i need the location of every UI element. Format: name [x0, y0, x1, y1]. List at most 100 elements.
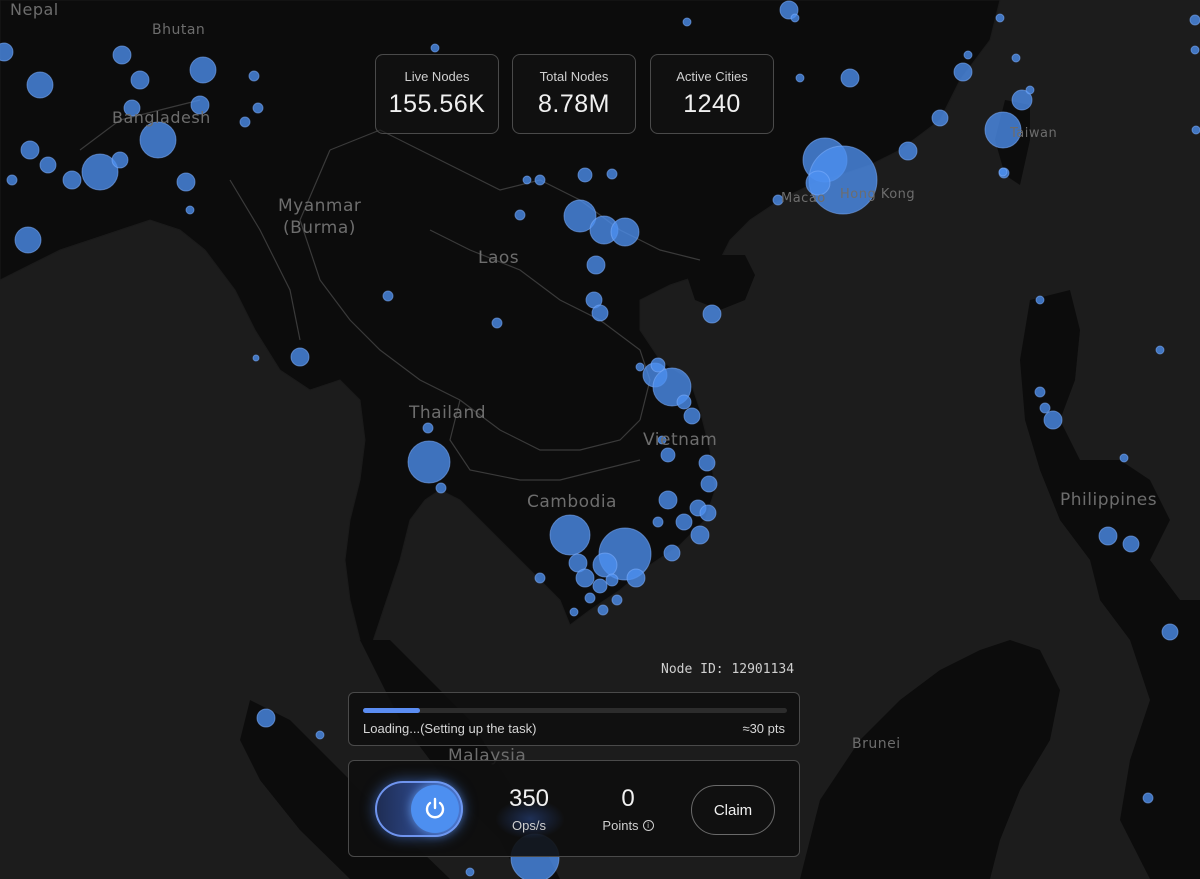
node-bubble [1142, 792, 1154, 804]
node-bubble [1119, 453, 1129, 463]
map-label-brunei: Brunei [852, 736, 901, 752]
progress-panel: Loading...(Setting up the task) ≈30 pts [348, 692, 800, 746]
node-bubble [514, 209, 526, 221]
node-bubble [549, 514, 591, 556]
map-label-myanmar: Myanmar [278, 196, 362, 216]
node-bubble [592, 578, 608, 594]
node-bubble [1043, 410, 1063, 430]
node-bubble [591, 304, 609, 322]
node-bubble [1025, 85, 1035, 95]
stat-value: 1240 [683, 90, 741, 118]
node-bubble [256, 708, 276, 728]
node-bubble [699, 504, 717, 522]
stat-card-active-cities: Active Cities 1240 [650, 54, 774, 134]
points-label-text: Points [602, 818, 639, 833]
node-bubble [995, 13, 1005, 23]
node-bubble [683, 407, 701, 425]
power-icon [425, 797, 445, 819]
node-bubble [239, 116, 251, 128]
node-bubble [1155, 345, 1165, 355]
points-metric: 0 Points i [583, 785, 673, 833]
node-bubble [1161, 623, 1179, 641]
node-bubble [586, 255, 606, 275]
stat-label: Active Cities [676, 69, 748, 84]
node-bubble [606, 168, 618, 180]
node-bubble [611, 594, 623, 606]
node-bubble [1035, 295, 1045, 305]
control-panel: 350 Ops/s 0 Points i Claim [348, 760, 800, 857]
map-label-hong-kong: Hong Kong [840, 187, 916, 202]
node-bubble [0, 42, 14, 62]
node-bubble [676, 394, 692, 410]
node-bubble [39, 156, 57, 174]
node-bubble [840, 68, 860, 88]
progress-track [363, 708, 787, 713]
node-bubble [435, 482, 447, 494]
points-value: 0 [621, 785, 635, 812]
map-label-laos: Laos [478, 248, 520, 268]
node-bubble [605, 573, 619, 587]
node-bubble [465, 867, 475, 877]
node-bubble [898, 141, 918, 161]
map-label-bangladesh: Bangladesh [112, 108, 211, 127]
node-bubble [953, 62, 973, 82]
node-bubble [675, 513, 693, 531]
node-bubble [569, 607, 579, 617]
stat-card-total-nodes: Total Nodes 8.78M [512, 54, 636, 134]
node-bubble [702, 304, 722, 324]
node-bubble [592, 552, 618, 578]
node-bubble [407, 440, 451, 484]
node-bubble [1190, 45, 1200, 55]
power-toggle[interactable] [375, 781, 463, 837]
node-bubble [584, 592, 596, 604]
node-bubble [1098, 526, 1118, 546]
power-knob[interactable] [411, 785, 459, 833]
progress-status-text: Loading...(Setting up the task) [363, 721, 537, 736]
map-label-thailand: Thailand [409, 403, 487, 423]
map-label-macao: Macao [781, 191, 826, 206]
ops-label: Ops/s [484, 818, 574, 833]
map-label-taiwan: Taiwan [1010, 126, 1058, 141]
node-bubble [626, 568, 646, 588]
node-bubble [1034, 386, 1046, 398]
node-bubble [248, 70, 260, 82]
node-bubble [795, 73, 805, 83]
stat-value: 155.56K [388, 90, 486, 118]
map-label-burma: (Burma) [283, 218, 356, 238]
node-bubble [660, 447, 676, 463]
stat-card-live-nodes: Live Nodes 155.56K [375, 54, 499, 134]
node-bubble [1189, 14, 1200, 26]
node-bubble [111, 151, 129, 169]
node-bubble [610, 217, 640, 247]
node-bubble [658, 490, 678, 510]
node-bubble [1122, 535, 1140, 553]
info-icon[interactable]: i [642, 820, 654, 831]
node-bubble [650, 357, 666, 373]
node-bubble [422, 422, 434, 434]
node-bubble [430, 43, 440, 53]
node-bubble [26, 71, 54, 99]
node-bubble [597, 604, 609, 616]
node-bubble [700, 475, 718, 493]
node-bubble [1039, 402, 1051, 414]
node-bubble [575, 568, 595, 588]
stat-label: Total Nodes [539, 69, 609, 84]
node-bubble [185, 205, 195, 215]
map-label-cambodia: Cambodia [527, 492, 617, 512]
node-bubble [315, 730, 325, 740]
node-bubble [252, 354, 260, 362]
map-label-bhutan: Bhutan [152, 22, 206, 38]
node-bubble [176, 172, 196, 192]
stat-label: Live Nodes [404, 69, 470, 84]
node-bubble [112, 45, 132, 65]
node-bubble [635, 362, 645, 372]
node-bubble [522, 175, 532, 185]
node-bubble [663, 544, 681, 562]
node-bubble [998, 167, 1008, 177]
node-bubble [290, 347, 310, 367]
node-bubble [1011, 53, 1021, 63]
claim-button[interactable]: Claim [691, 785, 775, 835]
node-bubble [62, 170, 82, 190]
node-bubble [252, 102, 264, 114]
node-bubble [139, 121, 177, 159]
